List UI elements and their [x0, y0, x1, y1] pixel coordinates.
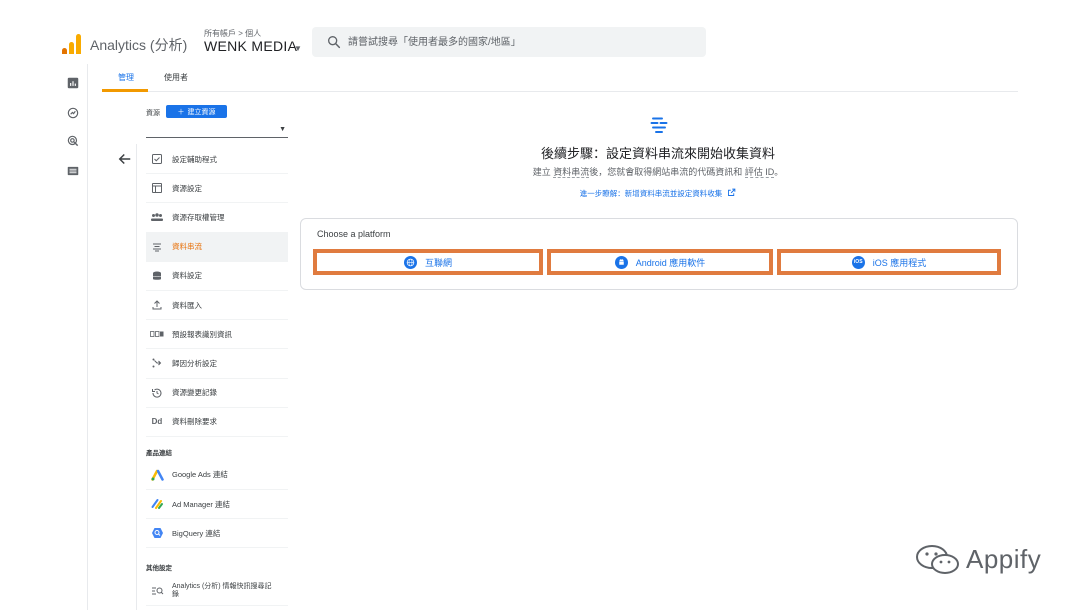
menu-item-data-import[interactable]: 資料匯入 [146, 291, 288, 321]
web-platform-button[interactable]: 互聯網 [313, 249, 543, 275]
android-platform-button[interactable]: Android 應用軟件 [547, 249, 773, 275]
menu-item-property-settings[interactable]: 資源設定 [146, 174, 288, 204]
open-in-new-icon [728, 188, 736, 196]
menu-item-label: BigQuery 連結 [172, 528, 221, 538]
history-icon [150, 386, 164, 400]
menu-item-label: 資料刪除要求 [172, 417, 217, 427]
measurement-id-term[interactable]: 評估 ID [744, 167, 775, 178]
description-text: 。 [774, 167, 784, 177]
data-streams-icon [150, 240, 164, 254]
menu-item-label: 資源設定 [172, 183, 202, 193]
menu-item-change-history[interactable]: 資源變更記錄 [146, 379, 288, 408]
property-label: 資源 [146, 110, 160, 117]
web-platform-label: 互聯網 [424, 257, 452, 268]
property-settings-icon [150, 181, 164, 195]
configure-icon[interactable] [66, 164, 80, 178]
menu-item-label: Analytics (分析) 情報快訊搜尋記錄 [172, 582, 272, 598]
appify-watermark: Appify [914, 540, 1054, 580]
property-selector[interactable]: ▼ [146, 122, 288, 138]
account-selector[interactable]: WENK MEDIA [204, 38, 297, 54]
divider [136, 144, 137, 610]
analytics-logo-icon[interactable] [62, 34, 84, 54]
admin-tabs: 管理 使用者 [102, 64, 1018, 92]
top-bar: Analytics (分析) 所有帳戶 > 個人 WENK MEDIA ▼ [58, 24, 1018, 64]
menu-item-label: 設定輔助程式 [172, 154, 217, 164]
menu-item-google-ads-links[interactable]: Google Ads 連結 [146, 461, 288, 491]
learn-more-label: 進一步瞭解：新增資料串流並設定資料收集 [579, 189, 723, 198]
page-description: 建立 資料串流後，您就會取得網站串流的代碼資訊和 評估 ID。 [437, 165, 879, 178]
checkbox-icon [150, 152, 164, 166]
left-nav-rail [58, 64, 88, 610]
menu-item-access-management[interactable]: 資源存取權管理 [146, 203, 288, 233]
menu-item-data-deletion[interactable]: Dd 資料刪除要求 [146, 408, 288, 437]
menu-item-data-settings[interactable]: 資料設定 [146, 262, 288, 291]
app-name: Analytics (分析) [90, 37, 188, 53]
search-icon [328, 36, 341, 49]
wechat-icon [916, 545, 959, 574]
menu-item-label: 資源存取權管理 [172, 212, 225, 222]
ad-manager-icon [150, 497, 164, 511]
data-deletion-icon: Dd [151, 417, 163, 427]
data-streams-icon [650, 117, 668, 133]
reporting-identity-icon [150, 327, 164, 341]
menu-item-insights-search-history[interactable]: Analytics (分析) 情報快訊搜尋記錄 [146, 576, 288, 607]
caret-down-icon[interactable]: ▼ [294, 44, 302, 53]
data-stream-term[interactable]: 資料串流 [553, 167, 590, 178]
advertising-icon[interactable] [66, 134, 80, 148]
watermark-text: Appify [966, 544, 1042, 574]
property-menu: 設定輔助程式 資源設定 資源存取權管理 資料串流 資料設定 資料匯入 預設報表識… [146, 145, 288, 607]
google-ads-icon [150, 468, 164, 482]
plus-icon: ＋ [177, 108, 185, 116]
menu-item-label: 資源變更記錄 [172, 388, 217, 398]
menu-item-label: 資料設定 [172, 271, 202, 281]
create-property-button[interactable]: ＋ 建立資源 [166, 105, 227, 118]
platform-label: Choose a platform [317, 229, 391, 239]
caret-down-icon: ▼ [279, 126, 286, 133]
other-settings-header: 其他設定 [146, 565, 172, 573]
explore-icon[interactable] [66, 106, 80, 120]
platform-card: Choose a platform 互聯網 Android 應用軟件 iOS i… [300, 218, 1018, 290]
people-icon [150, 210, 164, 224]
description-text: 後，您就會取得網站串流的代碼資訊和 [589, 167, 745, 177]
menu-item-ad-manager-links[interactable]: Ad Manager 連結 [146, 490, 288, 520]
description-text: 建立 [532, 167, 554, 177]
menu-item-attribution-settings[interactable]: 歸因分析設定 [146, 349, 288, 379]
ios-icon: iOS [851, 255, 865, 269]
product-links-header: 產品連結 [146, 449, 172, 457]
tab-admin[interactable]: 管理 [118, 72, 134, 83]
ios-platform-label: iOS 應用程式 [872, 257, 927, 268]
create-property-label: 建立資源 [187, 108, 216, 116]
active-tab-indicator [102, 89, 148, 92]
menu-item-label: 資料匯入 [172, 300, 202, 310]
android-platform-label: Android 應用軟件 [635, 257, 706, 268]
menu-item-label: Ad Manager 連結 [172, 499, 230, 509]
menu-item-label: 歸因分析設定 [172, 358, 217, 368]
reports-icon[interactable] [66, 76, 80, 90]
web-icon [403, 255, 417, 269]
learn-more-link[interactable]: 進一步瞭解：新增資料串流並設定資料收集 [437, 188, 879, 199]
menu-item-bigquery-links[interactable]: BigQuery 連結 [146, 519, 288, 549]
menu-item-setup-assistant[interactable]: 設定輔助程式 [146, 145, 288, 175]
attribution-icon [150, 356, 164, 370]
database-icon [150, 269, 164, 283]
menu-item-data-streams[interactable]: 資料串流 [146, 232, 288, 262]
back-arrow-icon[interactable] [116, 150, 134, 168]
menu-item-label: 資料串流 [172, 242, 202, 252]
search-bar[interactable] [312, 27, 706, 57]
tab-user[interactable]: 使用者 [164, 72, 188, 83]
search-input[interactable] [348, 27, 698, 57]
upload-icon [150, 298, 164, 312]
menu-item-reporting-identity[interactable]: 預設報表識別資訊 [146, 320, 288, 350]
android-icon [614, 255, 628, 269]
page-title: 後續步驟：設定資料串流來開始收集資料 [540, 146, 775, 161]
search-history-icon [150, 584, 164, 598]
menu-item-label: 預設報表識別資訊 [172, 329, 232, 339]
menu-item-label: Google Ads 連結 [172, 470, 228, 480]
ios-platform-button[interactable]: iOS iOS 應用程式 [777, 249, 1001, 275]
bigquery-icon [150, 526, 164, 540]
